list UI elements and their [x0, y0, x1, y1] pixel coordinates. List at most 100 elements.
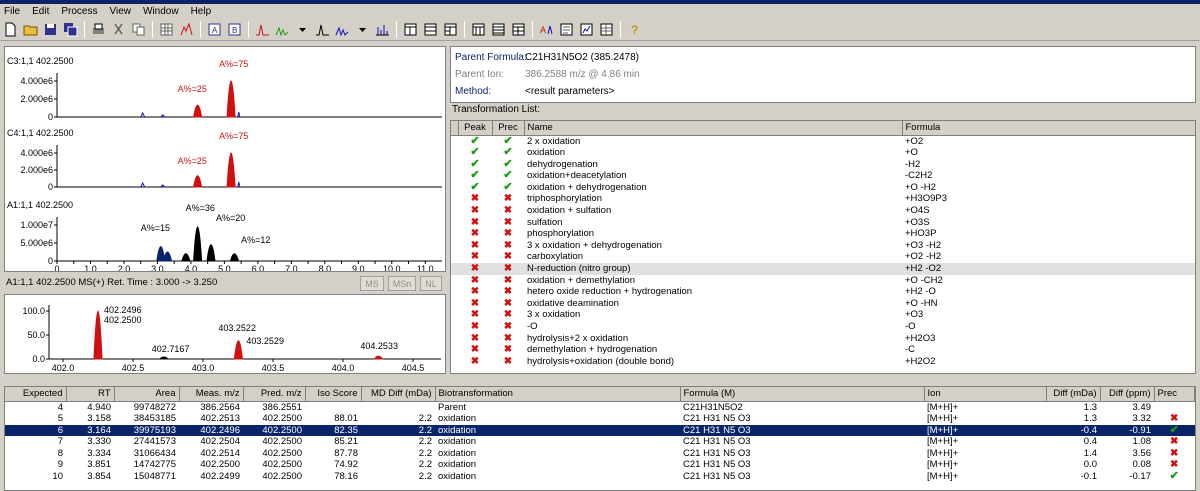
zoom-chart-icon[interactable] [178, 21, 195, 38]
window-layout-6-icon[interactable] [510, 21, 527, 38]
result-row[interactable]: 4 4.940 99748272 386.2564 386.2551 Parent C21H… [5, 401, 1195, 413]
spectrum-peak[interactable] [158, 356, 170, 360]
col-header-ion[interactable]: Ion [924, 387, 1047, 402]
method-value[interactable]: <result parameters> [525, 86, 615, 97]
save-icon[interactable] [42, 21, 59, 38]
blue-peaks-icon[interactable] [334, 21, 351, 38]
transformation-row[interactable]: ✖ ✖ hydrolysis+2 x oxidation +H2O3 [451, 333, 1195, 345]
transformation-row[interactable]: ✖ ✖ -O -O [451, 321, 1195, 333]
chromatogram-panel[interactable]: C3:1,1 402.2500 4.000e6 2.000e6 0 A%=75 A%=25… [4, 46, 446, 274]
chromatogram-peak[interactable] [229, 253, 240, 262]
open-folder-icon[interactable] [22, 21, 39, 38]
menu-window[interactable]: Window [143, 6, 179, 17]
transformation-list[interactable]: Peak Prec Name Formula ✔ ✔ 2 x oxidation +O… [450, 120, 1196, 374]
col-header-name[interactable]: Name [524, 121, 903, 136]
transformation-row[interactable]: ✖ ✖ hetero oxide reduction + hydrogenation… [451, 286, 1195, 298]
cut-icon[interactable] [110, 21, 127, 38]
mass-spectrum-plot[interactable]: 100.0 50.0 0.0 402.0 402.5 403.0 403.5 404.0 404… [5, 295, 445, 373]
report-chart-icon[interactable] [578, 21, 595, 38]
chromatogram-plots[interactable]: C3:1,1 402.2500 4.000e6 2.000e6 0 A%=75 A%=25… [5, 47, 445, 274]
transformation-row[interactable]: ✖ ✖ carboxylation +O2 -H2 [451, 251, 1195, 263]
col-header-biotransformation[interactable]: Biotransformation [435, 387, 681, 402]
print-icon[interactable] [90, 21, 107, 38]
col-header-md-diff[interactable]: MD Diff (mDa) [361, 387, 436, 402]
transformation-row[interactable]: ✖ ✖ oxidation + sulfation +O4S [451, 205, 1195, 217]
chromatogram-peak[interactable] [193, 226, 203, 262]
grid-icon[interactable] [158, 21, 175, 38]
transformation-row[interactable]: ✔ ✔ oxidation + dehydrogenation +O -H2 [451, 181, 1195, 194]
result-row[interactable]: 8 3.334 31066434 402.2514 402.2500 87.78 2.2 ox… [5, 448, 1195, 460]
spectrum-peak[interactable] [93, 310, 103, 360]
document-b-icon[interactable]: B [226, 21, 243, 38]
green-peaks-icon[interactable] [274, 21, 291, 38]
result-row[interactable]: 9 3.851 14742775 402.2500 402.2500 74.92 2.2 ox… [5, 459, 1195, 471]
transformation-row[interactable]: ✔ ✔ oxidation+deacetylation -C2H2 [451, 169, 1195, 182]
col-header-diff-ppm[interactable]: Diff (ppm) [1100, 387, 1155, 402]
transformation-row[interactable]: ✖ ✖ N-reduction (nitro group) +H2 -O2 [451, 263, 1195, 275]
col-header-rt[interactable]: RT [66, 387, 115, 402]
transformation-row[interactable]: ✖ ✖ sulfation +O3S [451, 217, 1195, 229]
results-panel[interactable]: Expected RT Area Meas. m/z Pred. m/z Iso… [4, 386, 1196, 491]
col-header-diff-mda[interactable]: Diff (mDa) [1046, 387, 1101, 402]
menu-edit[interactable]: Edit [32, 6, 49, 17]
spectrum-bars-icon[interactable] [374, 21, 391, 38]
menu-view[interactable]: View [109, 6, 131, 17]
dropdown-arrow-icon[interactable] [294, 21, 311, 38]
transformation-row[interactable]: ✖ ✖ 3 x oxidation +O3 [451, 309, 1195, 321]
mass-spectrum-panel[interactable]: 100.0 50.0 0.0 402.0 402.5 403.0 403.5 404.0 404… [4, 294, 446, 374]
result-row[interactable]: 10 3.854 15048771 402.2499 402.2500 78.16 2.2 o… [5, 470, 1195, 483]
transformation-row[interactable]: ✖ ✖ triphosphorylation +H3O9P3 [451, 193, 1195, 205]
transformation-row[interactable]: ✖ ✖ demethylation + hydrogenation -C [451, 344, 1195, 356]
black-peak-icon[interactable] [314, 21, 331, 38]
chromatogram-peak[interactable] [162, 251, 173, 262]
col-header-prec[interactable]: Prec [492, 121, 525, 136]
chromatogram-peak[interactable] [226, 152, 236, 188]
result-row[interactable]: 7 3.330 27441573 402.2504 402.2500 85.21 2.2 ox… [5, 436, 1195, 448]
transformation-row[interactable]: ✔ ✔ 2 x oxidation +O2 [451, 135, 1195, 147]
window-layout-5-icon[interactable] [490, 21, 507, 38]
result-row[interactable]: 5 3.158 38453185 402.2513 402.2500 88.01 2.2 ox… [5, 413, 1195, 425]
col-header-peak[interactable]: Peak [458, 121, 493, 136]
transformation-row[interactable]: ✖ ✖ oxidation + demethylation +O -CH2 [451, 275, 1195, 287]
report-icon[interactable] [558, 21, 575, 38]
chromatogram-peak[interactable] [193, 104, 203, 118]
menu-help[interactable]: Help [191, 6, 212, 17]
result-row[interactable]: 6 3.164 39975193 402.2496 402.2500 82.35 2.2 ox… [5, 424, 1195, 437]
col-header-pred-mz[interactable]: Pred. m/z [243, 387, 306, 402]
transformation-row[interactable]: ✖ ✖ hydrolysis+oxidation (double bond) +H2O… [451, 356, 1195, 368]
window-layout-3-icon[interactable] [442, 21, 459, 38]
ms-button[interactable]: MS [360, 276, 384, 291]
nl-button[interactable]: NL [420, 276, 442, 291]
col-header-prec[interactable]: Prec [1154, 387, 1195, 402]
col-header-formula[interactable]: Formula [902, 121, 1195, 136]
transformation-row[interactable]: ✖ ✖ 3 x oxidation + dehydrogenation +O3 -H2 [451, 240, 1195, 252]
window-layout-2-icon[interactable] [422, 21, 439, 38]
formula-icon[interactable]: A [538, 21, 555, 38]
window-layout-4-icon[interactable] [470, 21, 487, 38]
transformation-row[interactable]: ✔ ✔ oxidation +O [451, 146, 1195, 159]
col-header-area[interactable]: Area [114, 387, 180, 402]
transformation-row[interactable]: ✔ ✔ dehydrogenation -H2 [451, 158, 1195, 171]
chromatogram-trace-2[interactable]: C4:1,1 402.2500 4.000e6 2.000e6 0 A%=75 A%=25 [7, 128, 442, 192]
menu-process[interactable]: Process [61, 6, 97, 17]
menu-file[interactable]: File [4, 6, 20, 17]
col-header-formula-m[interactable]: Formula (M) [680, 387, 925, 402]
chromatogram-peak[interactable] [193, 175, 203, 188]
help-question-icon[interactable]: ? [626, 21, 643, 38]
chromatogram-peak[interactable] [206, 244, 216, 262]
dropdown-arrow-icon[interactable] [354, 21, 371, 38]
chromatogram-trace-3[interactable]: A1:1,1 402.2500 1.000e7 5.000e6 0 A%=36A%=20… [7, 200, 442, 274]
new-file-icon[interactable] [2, 21, 19, 38]
red-peak-icon[interactable] [254, 21, 271, 38]
msn-button[interactable]: MSn [388, 276, 416, 291]
transformation-row[interactable]: ✖ ✖ oxidative deamination +O -HN [451, 298, 1195, 310]
col-header-iso-score[interactable]: Iso Score [305, 387, 362, 402]
spectrum-peak[interactable] [373, 355, 384, 360]
spectrum-peak[interactable] [233, 340, 243, 360]
window-layout-1-icon[interactable] [402, 21, 419, 38]
col-header-meas-mz[interactable]: Meas. m/z [179, 387, 244, 402]
copy-icon[interactable] [130, 21, 147, 38]
chromatogram-peak[interactable] [226, 80, 236, 118]
col-header-expected[interactable]: Expected [5, 387, 67, 402]
chromatogram-peak[interactable] [181, 253, 191, 262]
